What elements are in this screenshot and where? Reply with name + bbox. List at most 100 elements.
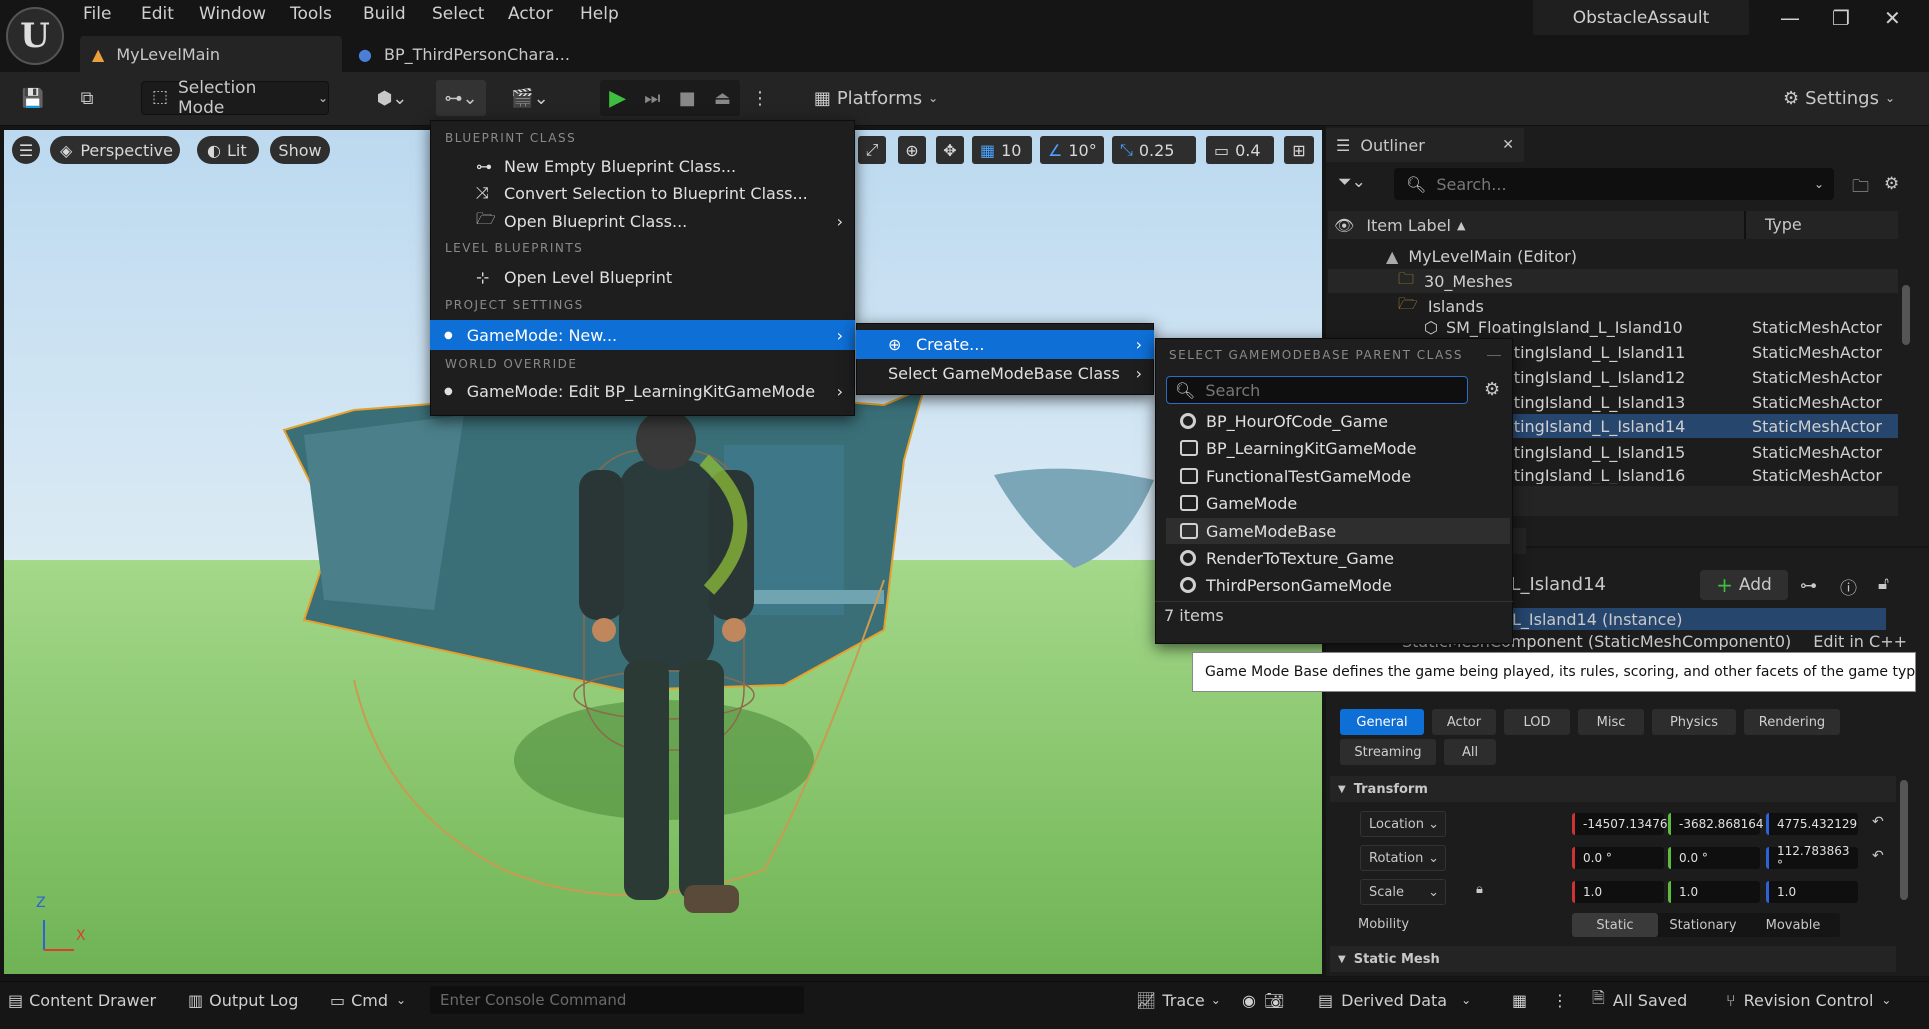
restore-icon[interactable]: ❐: [1832, 6, 1850, 30]
transform-icon[interactable]: ⤢: [858, 136, 886, 164]
filter-all[interactable]: All: [1444, 739, 1496, 765]
content-drawer-button[interactable]: ▤ Content Drawer: [8, 981, 172, 1019]
cmd-dropdown[interactable]: ▭ Cmd ⌄: [330, 981, 416, 1019]
angle-snap-button[interactable]: ∠ 10°: [1040, 136, 1104, 164]
filter-streaming[interactable]: Streaming: [1340, 739, 1436, 765]
class-item[interactable]: GameMode: [1166, 490, 1506, 516]
open-blueprint-class-item[interactable]: 🗁 Open Blueprint Class... ›: [430, 208, 855, 234]
gamemode-edit-item[interactable]: ● GameMode: Edit BP_LearningKitGameMode …: [430, 377, 855, 405]
add-actor-icon[interactable]: ⬢⌄: [368, 80, 416, 116]
stop-icon[interactable]: ■: [679, 88, 696, 109]
trace-dropdown[interactable]: 📈︎ Trace ⌄: [1136, 981, 1222, 1019]
scale-snap-button[interactable]: ⤡ 0.25: [1112, 136, 1196, 164]
select-gamemodebase-item[interactable]: Select GameModeBase Class ›: [856, 359, 1154, 387]
location-z-field[interactable]: 4775.432129: [1766, 813, 1858, 835]
create-item[interactable]: ⊕ Create... ›: [856, 330, 1154, 359]
help-icon[interactable]: ⓘ: [1840, 574, 1857, 599]
advance-frame-icon[interactable]: ⏭: [644, 88, 660, 109]
more-options-icon[interactable]: ⋮: [751, 80, 769, 116]
platforms-button[interactable]: ▦ Platforms ⌄: [812, 80, 940, 116]
location-dropdown[interactable]: Location ⌄: [1360, 811, 1446, 837]
perspective-button[interactable]: ◈ Perspective: [50, 136, 180, 164]
visibility-icon[interactable]: 👁︎: [1334, 216, 1354, 235]
scale-y-field[interactable]: 1.0: [1668, 881, 1760, 903]
layout-icon[interactable]: ⊞: [1284, 136, 1314, 164]
lock-icon[interactable]: 🔓︎: [1878, 574, 1889, 594]
outliner-search-input[interactable]: 🔍︎ Search... ⌄: [1394, 168, 1834, 200]
tab-mylevelmain[interactable]: ▲ MyLevelMain: [80, 36, 342, 72]
revision-control-dropdown[interactable]: ⑂ Revision Control ⌄: [1726, 981, 1918, 1019]
class-item[interactable]: FunctionalTestGameMode: [1166, 463, 1506, 489]
col-type[interactable]: Type: [1765, 215, 1802, 234]
settings-button[interactable]: ⚙ Settings ⌄: [1782, 80, 1896, 116]
outliner-row[interactable]: 🗁 Islands: [1328, 294, 1898, 318]
blueprints-icon[interactable]: ⊶⌄: [436, 80, 486, 116]
grid-snap-button[interactable]: ▦ 10: [972, 136, 1032, 164]
class-item[interactable]: ThirdPersonGameMode: [1166, 572, 1506, 598]
reset-location-icon[interactable]: ↶: [1872, 814, 1884, 830]
rotation-z-field[interactable]: 112.783863 °: [1766, 844, 1858, 872]
menu-build[interactable]: Build: [363, 4, 406, 24]
rotation-x-field[interactable]: 0.0 °: [1572, 847, 1664, 869]
close-tab-icon[interactable]: ✕: [1502, 137, 1514, 153]
mobility-movable[interactable]: Movable: [1748, 913, 1838, 937]
menu-select[interactable]: Select: [432, 4, 484, 24]
camera-speed-button[interactable]: ▭ 0.4: [1206, 136, 1274, 164]
mobility-static[interactable]: Static: [1572, 913, 1658, 937]
mobility-stationary[interactable]: Stationary: [1658, 913, 1748, 937]
cinematics-icon[interactable]: 🎬⌄: [506, 80, 554, 116]
play-icon[interactable]: ▶: [609, 86, 626, 111]
outliner-row[interactable]: ⬡ SM_FloatingIsland_L_Island10 StaticMesh…: [1328, 316, 1898, 338]
save-icon[interactable]: 💾: [18, 80, 48, 116]
class-item[interactable]: BP_LearningKitGameMode: [1166, 435, 1506, 461]
blueprint-convert-icon[interactable]: ⊶: [1800, 576, 1817, 596]
convert-selection-item[interactable]: ⤨ Convert Selection to Blueprint Class..…: [430, 180, 855, 206]
filter-physics[interactable]: Physics: [1652, 709, 1736, 735]
transform-section-header[interactable]: ▼ Transform: [1330, 776, 1896, 802]
world-space-icon[interactable]: ⊕: [898, 136, 926, 164]
menu-window[interactable]: Window: [199, 4, 266, 24]
minimize-icon[interactable]: —: [1780, 6, 1800, 30]
output-log-button[interactable]: ▥ Output Log: [188, 981, 306, 1019]
unreal-logo-icon[interactable]: U: [6, 7, 64, 65]
location-y-field[interactable]: -3682.868164: [1668, 813, 1764, 835]
add-component-button[interactable]: + Add: [1700, 570, 1788, 600]
new-empty-blueprint-item[interactable]: ⊶ New Empty Blueprint Class...: [430, 153, 855, 179]
class-item-hovered[interactable]: GameModeBase: [1166, 518, 1510, 544]
status-more-icon[interactable]: ⋮: [1552, 981, 1568, 1019]
gamemode-new-item[interactable]: ● GameMode: New... ›: [430, 320, 855, 350]
filter-icon[interactable]: ⏷⌄: [1338, 172, 1366, 192]
derived-data-dropdown[interactable]: ▤ Derived Data ⌄: [1318, 981, 1476, 1019]
source-control-graph-icon[interactable]: ▦: [1512, 981, 1532, 1019]
recording-controls[interactable]: ◉ 📷︎: [1242, 981, 1294, 1019]
details-scrollbar[interactable]: [1900, 780, 1908, 900]
edit-cpp-link[interactable]: Edit in C++: [1813, 632, 1907, 650]
browse-icon[interactable]: ⧉: [72, 80, 102, 116]
outliner-row[interactable]: ▲ MyLevelMain (Editor): [1386, 244, 1898, 268]
console-command-input[interactable]: Enter Console Command: [430, 986, 804, 1014]
eject-icon[interactable]: ⏏: [714, 88, 731, 109]
save-all-button[interactable]: 🗎 All Saved: [1592, 981, 1694, 1019]
scale-lock-icon[interactable]: 🔒︎: [1476, 882, 1483, 897]
viewport-menu-icon[interactable]: ☰: [12, 136, 40, 164]
outliner-row[interactable]: 🗀 30_Meshes: [1328, 269, 1898, 293]
menu-file[interactable]: File: [83, 4, 111, 24]
rotation-dropdown[interactable]: Rotation ⌄: [1360, 845, 1446, 871]
class-item[interactable]: BP_HourOfCode_Game: [1166, 408, 1506, 434]
selection-mode-dropdown[interactable]: ⬚ Selection Mode ⌄: [141, 78, 329, 118]
filter-misc[interactable]: Misc: [1578, 709, 1644, 735]
filter-lod[interactable]: LOD: [1504, 709, 1570, 735]
tab-bp-thirdperson[interactable]: ● BP_ThirdPersonChara...: [352, 36, 592, 72]
gear-icon[interactable]: ⚙: [1884, 174, 1899, 194]
scale-z-field[interactable]: 1.0: [1766, 881, 1858, 903]
menu-tools[interactable]: Tools: [290, 4, 332, 24]
menu-actor[interactable]: Actor: [508, 4, 553, 24]
filter-general[interactable]: General: [1340, 709, 1424, 735]
scale-dropdown[interactable]: Scale ⌄: [1360, 879, 1446, 905]
col-item-label[interactable]: Item Label: [1366, 216, 1451, 235]
picker-search-input[interactable]: 🔍︎ Search: [1166, 376, 1468, 404]
outliner-tab[interactable]: ☰ Outliner ✕: [1326, 128, 1524, 162]
new-folder-icon[interactable]: 🗀: [1852, 174, 1869, 203]
location-x-field[interactable]: -14507.13476: [1572, 813, 1668, 835]
menu-edit[interactable]: Edit: [141, 4, 174, 24]
